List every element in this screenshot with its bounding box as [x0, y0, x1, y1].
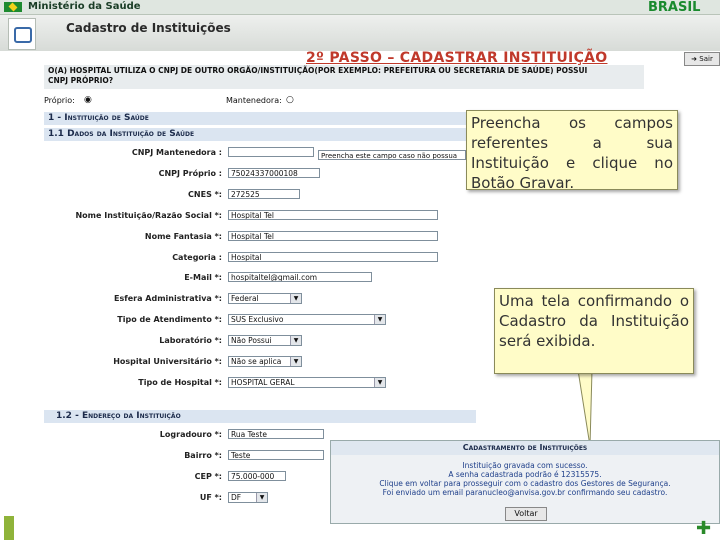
chevron-down-icon: ▼	[290, 357, 301, 366]
cnpj-hint: Preencha este campo caso não possua	[318, 150, 466, 160]
question-line-2: CNPJ PRÓPRIO?	[48, 76, 114, 85]
address-value: 75.000-000	[231, 472, 275, 481]
callout-pointer	[577, 370, 593, 447]
dialog-message-2: A senha cadastrada podrão é 12315575.	[448, 470, 602, 479]
dialog-message-3: Clique em voltar para prosseguir com o c…	[379, 479, 671, 488]
dialog-title: Cadastramento de Instituições	[331, 441, 719, 455]
form-value: HOSPITAL GERAL	[231, 377, 295, 387]
form-label: CNPJ Mantenedora :	[131, 148, 222, 157]
form-input[interactable]: Hospital	[228, 251, 438, 262]
section-title: Cadastro de Instituições	[66, 21, 231, 35]
form-label: CNES *:	[188, 189, 222, 199]
form-label: Laboratório *:	[159, 336, 222, 346]
confirmation-dialog: Cadastramento de Instituições Instituiçã…	[330, 440, 720, 524]
address-label: Bairro *:	[184, 451, 222, 460]
address-input[interactable]: 75.000-000	[228, 471, 286, 481]
form-label: Tipo de Atendimento *:	[117, 315, 222, 325]
option-own-label: Próprio:	[44, 96, 75, 105]
form-input[interactable]	[228, 147, 314, 157]
form-value: Federal	[231, 294, 259, 304]
question-line-1: O(A) HOSPITAL UTILIZA O CNPJ DE OUTRO OR…	[48, 66, 588, 75]
form-value: Não se aplica	[231, 357, 282, 366]
address-value: Teste	[231, 451, 251, 460]
chevron-down-icon: ▼	[290, 294, 301, 304]
dialog-message-1: Instituição gravada com sucesso.	[462, 461, 588, 470]
form-input[interactable]: Hospital Tel	[228, 230, 438, 241]
cnpj-options: Próprio: ◉ Mantenedora: ○	[44, 95, 644, 108]
form-label: Nome Instituição/Razão Social *:	[75, 210, 222, 220]
section1-header: 1 - Instituição de Saúde	[44, 112, 468, 125]
form-value: Hospital Tel	[231, 231, 274, 241]
bottom-accent	[4, 516, 14, 540]
form-label: Hospital Universitário *:	[113, 357, 222, 366]
address-value: DF	[231, 493, 242, 502]
address-label: CEP *:	[194, 472, 222, 481]
chevron-down-icon: ▼	[374, 377, 385, 387]
section-bar: Cadastro de Instituições	[0, 15, 720, 51]
form-input[interactable]: 75024337000108	[228, 167, 320, 178]
form-select[interactable]: SUS Exclusivo ▼	[228, 314, 386, 326]
form-value: Não Possui	[231, 336, 272, 346]
form-input[interactable]: Hospital Tel	[228, 209, 438, 220]
back-button[interactable]: Voltar	[505, 507, 547, 521]
form-value: 75024337000108	[231, 168, 298, 178]
form-input[interactable]: 272525	[228, 188, 300, 199]
exit-button[interactable]: ➜ Sair	[684, 52, 720, 66]
form-select[interactable]: Não Possui ▼	[228, 335, 302, 347]
form-value: 272525	[231, 189, 260, 199]
brasil-logo-text: BRASIL	[648, 0, 701, 15]
exit-icon: ➜	[691, 55, 698, 63]
form-input[interactable]: hospitaltel@gmail.com	[228, 272, 372, 283]
option-own-radio[interactable]: ◉	[84, 95, 92, 105]
form-label: E-Mail *:	[184, 273, 222, 283]
option-maintainer-label: Mantenedora:	[226, 96, 282, 105]
address-label: UF *:	[199, 493, 222, 502]
plus-icon: ✚	[696, 518, 712, 539]
address-select[interactable]: DF ▼	[228, 492, 268, 503]
chevron-down-icon: ▼	[256, 493, 267, 502]
chevron-down-icon: ▼	[374, 315, 385, 325]
anvisa-logo-icon	[8, 18, 36, 50]
instruction-callout: Preencha os campos referentes a sua Inst…	[466, 110, 678, 192]
form-value: SUS Exclusivo	[231, 315, 284, 325]
form-label: Categoria :	[172, 252, 222, 262]
section1-subheader: 1.1 Dados da Instituição de Saúde	[44, 128, 468, 141]
brasil-logo: BRASIL	[648, 0, 700, 15]
cnpj-question: O(A) HOSPITAL UTILIZA O CNPJ DE OUTRO OR…	[44, 65, 644, 89]
ministry-name: Ministério da Saúde	[28, 1, 141, 12]
ministry-bar: Ministério da Saúde BRASIL	[0, 0, 720, 15]
form-select[interactable]: Não se aplica ▼	[228, 356, 302, 367]
form-label: CNPJ Próprio :	[158, 168, 222, 178]
confirmation-callout: Uma tela confirmando o Cadastro da Insti…	[494, 288, 694, 374]
form-label: Nome Fantasia *:	[144, 231, 222, 241]
brazil-flag-icon	[4, 2, 22, 12]
option-maintainer-radio[interactable]: ○	[286, 95, 294, 105]
dialog-message-4: Foi enviado um email paranucleo@anvisa.g…	[382, 488, 668, 497]
chevron-down-icon: ▼	[290, 336, 301, 346]
address-value: Rua Teste	[231, 430, 267, 439]
address-input[interactable]: Rua Teste	[228, 429, 324, 439]
form-label: Tipo de Hospital *:	[138, 377, 222, 387]
form-value: Hospital	[231, 252, 262, 262]
form-value: hospitaltel@gmail.com	[231, 273, 318, 283]
address-input[interactable]: Teste	[228, 450, 324, 460]
form-value: Hospital Tel	[231, 210, 274, 220]
form-select[interactable]: HOSPITAL GERAL ▼	[228, 376, 386, 388]
step-title: 2º PASSO – CADASTRAR INSTITUIÇÃO	[306, 50, 608, 66]
address-label: Logradouro *:	[159, 430, 222, 439]
section2-header: 1.2 - Endereço da Instituição	[44, 410, 476, 423]
form-select[interactable]: Federal ▼	[228, 293, 302, 305]
form-label: Esfera Administrativa *:	[114, 294, 222, 304]
